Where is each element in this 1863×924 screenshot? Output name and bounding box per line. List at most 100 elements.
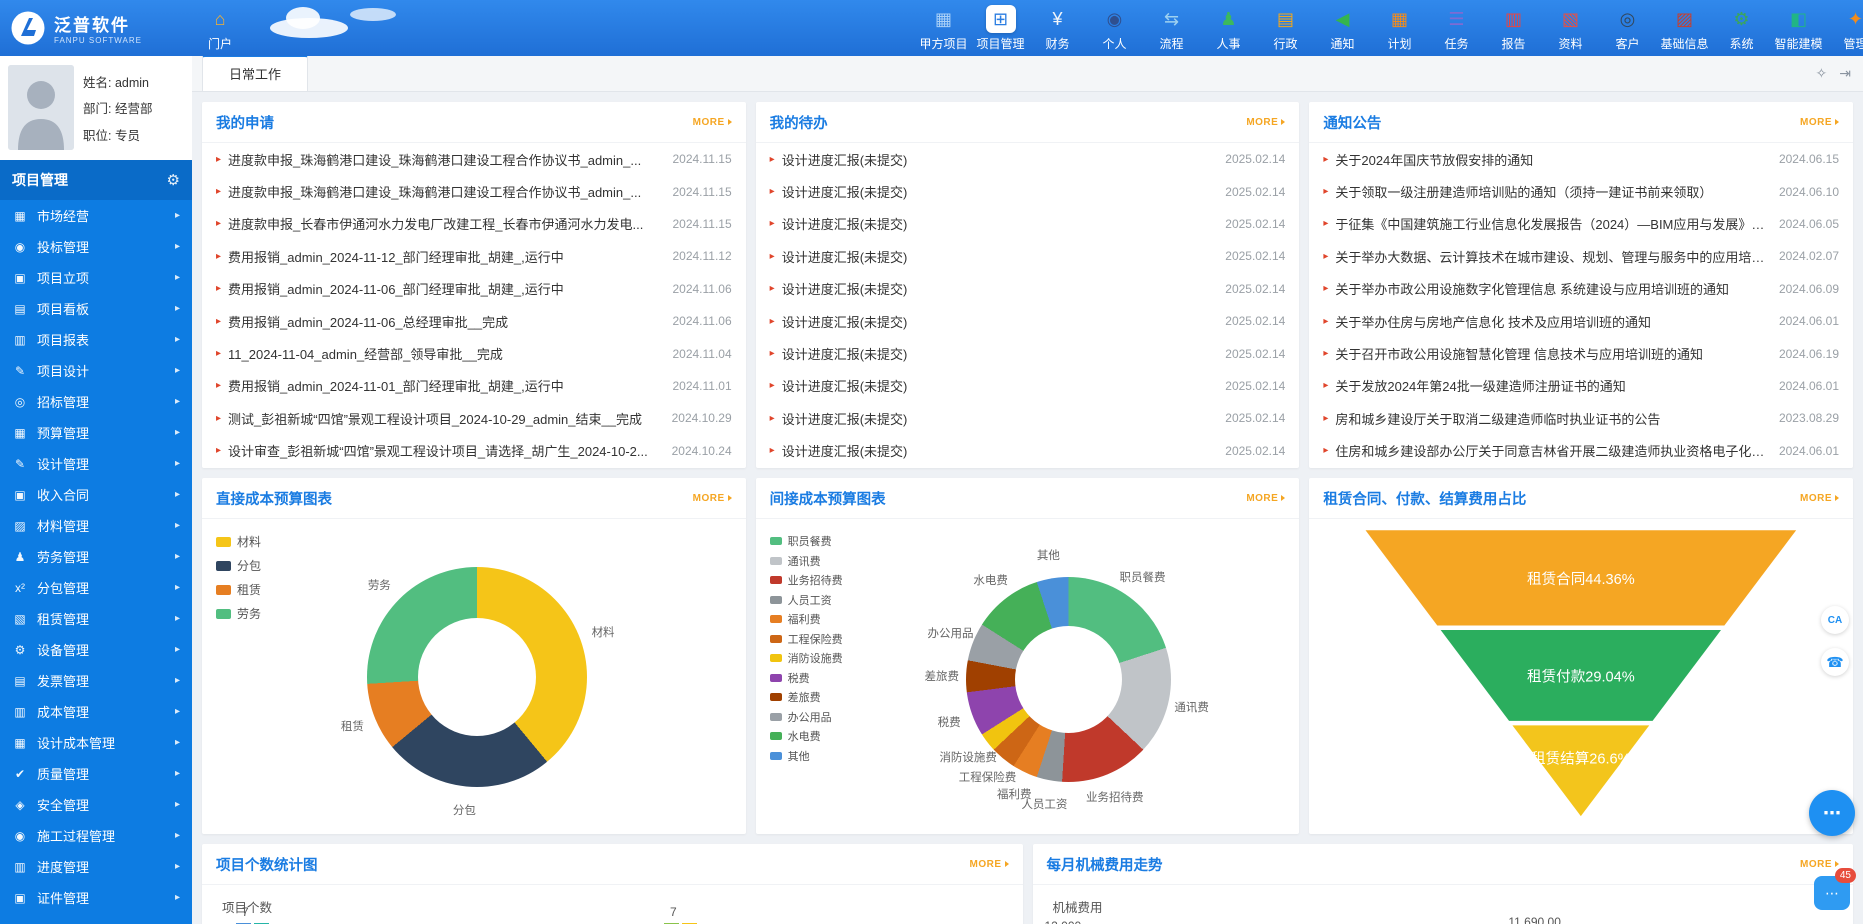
sidebar-item-construction[interactable]: ◉施工过程管理▸: [0, 820, 192, 851]
nav-item-task[interactable]: ☰任务: [1428, 0, 1485, 56]
nav-item-report[interactable]: ▥报告: [1485, 0, 1542, 56]
sidebar-item-design[interactable]: ✎项目设计▸: [0, 355, 192, 386]
phone-icon[interactable]: ☎: [1821, 648, 1849, 676]
more-button[interactable]: MORE: [970, 859, 1009, 870]
legend-item[interactable]: 职员餐费: [770, 533, 843, 549]
list-item[interactable]: ▸关于举办市政公用设施数字化管理信息 系统建设与应用培训班的通知2024.06.…: [1323, 273, 1839, 305]
legend-item[interactable]: 材料: [216, 533, 261, 550]
export-icon[interactable]: ⇥: [1839, 65, 1851, 82]
legend-item[interactable]: 劳务: [216, 605, 261, 622]
sidebar-item-market[interactable]: ▦市场经营▸: [0, 200, 192, 231]
legend-item[interactable]: 福利费: [770, 611, 843, 627]
tab-daily-work[interactable]: 日常工作: [202, 56, 308, 91]
list-item[interactable]: ▸房和城乡建设厅关于取消二级建造师临时执业证书的公告2023.08.29: [1323, 402, 1839, 434]
more-button[interactable]: MORE: [1800, 493, 1839, 504]
message-button[interactable]: ⋯ 45: [1814, 876, 1850, 910]
list-item[interactable]: ▸进度款申报_珠海鹤港口建设_珠海鹤港口建设工程合作协议书_admin_...2…: [216, 143, 732, 175]
list-item[interactable]: ▸费用报销_admin_2024-11-01_部门经理审批_胡建_,运行中202…: [216, 370, 732, 402]
sidebar-item-bidding[interactable]: ◉投标管理▸: [0, 231, 192, 262]
sidebar-item-income-contract[interactable]: ▣收入合同▸: [0, 479, 192, 510]
nav-item-hr[interactable]: ♟人事: [1200, 0, 1257, 56]
nav-item-client-project[interactable]: ▦甲方项目: [915, 0, 972, 56]
nav-item-manage[interactable]: ✦管理: [1827, 0, 1863, 56]
list-item[interactable]: ▸设计进度汇报(未提交)2025.02.14: [770, 337, 1286, 369]
sidebar-item-design-mgmt[interactable]: ✎设计管理▸: [0, 448, 192, 479]
list-item[interactable]: ▸关于召开市政公用设施智慧化管理 信息技术与应用培训班的通知2024.06.19: [1323, 337, 1839, 369]
more-button[interactable]: MORE: [1246, 117, 1285, 128]
list-item[interactable]: ▸于征集《中国建筑施工行业信息化发展报告（2024）—BIM应用与发展》材料..…: [1323, 208, 1839, 240]
sidebar-item-certificate[interactable]: ▣证件管理▸: [0, 882, 192, 913]
sidebar-item-cost[interactable]: ▥成本管理▸: [0, 696, 192, 727]
sidebar-item-subcontract[interactable]: x²分包管理▸: [0, 572, 192, 603]
legend-item[interactable]: 人员工资: [770, 592, 843, 608]
nav-item-personal[interactable]: ◉个人: [1086, 0, 1143, 56]
ca-button[interactable]: CA: [1821, 606, 1849, 634]
sidebar-item-tender[interactable]: ◎招标管理▸: [0, 386, 192, 417]
list-item[interactable]: ▸设计进度汇报(未提交)2025.02.14: [770, 175, 1286, 207]
nav-item-system[interactable]: ⚙系统: [1713, 0, 1770, 56]
legend-item[interactable]: 水电费: [770, 728, 843, 744]
list-item[interactable]: ▸关于举办大数据、云计算技术在城市建设、规划、管理与服务中的应用培训班...20…: [1323, 240, 1839, 272]
legend-item[interactable]: 业务招待费: [770, 572, 843, 588]
list-item[interactable]: ▸进度款申报_珠海鹤港口建设_珠海鹤港口建设工程合作协议书_admin_...2…: [216, 175, 732, 207]
list-item[interactable]: ▸11_2024-11-04_admin_经营部_领导审批__完成2024.11…: [216, 337, 732, 369]
list-item[interactable]: ▸设计审查_彭祖新城“四馆”景观工程设计项目_请选择_胡广生_2024-10-2…: [216, 435, 732, 467]
sidebar-item-equipment[interactable]: ⚙设备管理▸: [0, 634, 192, 665]
gear-icon[interactable]: ⚙: [167, 171, 180, 189]
legend-item[interactable]: 通讯费: [770, 553, 843, 569]
legend-item[interactable]: 租赁: [216, 581, 261, 598]
funnel-segment-settlement[interactable]: [1513, 725, 1650, 816]
more-button[interactable]: MORE: [693, 117, 732, 128]
list-item[interactable]: ▸关于发放2024年第24批一级建造师注册证书的通知2024.06.01: [1323, 370, 1839, 402]
more-button[interactable]: MORE: [693, 493, 732, 504]
nav-item-admin-affairs[interactable]: ▤行政: [1257, 0, 1314, 56]
list-item[interactable]: ▸关于2024年国庆节放假安排的通知2024.06.15: [1323, 143, 1839, 175]
legend-item[interactable]: 分包: [216, 557, 261, 574]
list-item[interactable]: ▸设计进度汇报(未提交)2025.02.14: [770, 273, 1286, 305]
sidebar-item-budget[interactable]: ▦预算管理▸: [0, 417, 192, 448]
nav-item-docs[interactable]: ▧资料: [1542, 0, 1599, 56]
sidebar-item-material[interactable]: ▨材料管理▸: [0, 510, 192, 541]
sidebar-item-safety[interactable]: ◈安全管理▸: [0, 789, 192, 820]
more-button[interactable]: MORE: [1800, 859, 1839, 870]
nav-item-portal[interactable]: ⌂ 门户: [194, 0, 246, 56]
sidebar-item-design-cost[interactable]: ▦设计成本管理▸: [0, 727, 192, 758]
nav-item-modeling[interactable]: ◧智能建模: [1770, 0, 1827, 56]
sidebar-item-progress[interactable]: ▥进度管理▸: [0, 851, 192, 882]
sidebar-item-reports[interactable]: ▥项目报表▸: [0, 324, 192, 355]
more-button[interactable]: MORE: [1800, 117, 1839, 128]
legend-item[interactable]: 差旅费: [770, 689, 843, 705]
app-logo[interactable]: 泛普软件 FANPU SOFTWARE: [0, 10, 192, 46]
nav-item-workflow[interactable]: ⇆流程: [1143, 0, 1200, 56]
nav-item-project-mgmt[interactable]: ⊞项目管理: [972, 0, 1029, 56]
sidebar-module-header[interactable]: 项目管理 ⚙: [0, 160, 192, 200]
legend-item[interactable]: 办公用品: [770, 709, 843, 725]
list-item[interactable]: ▸关于领取一级注册建造师培训贴的通知（须持一建证书前来领取）2024.06.10: [1323, 175, 1839, 207]
nav-item-base-info[interactable]: ▨基础信息: [1656, 0, 1713, 56]
list-item[interactable]: ▸设计进度汇报(未提交)2025.02.14: [770, 402, 1286, 434]
sidebar-item-initiation[interactable]: ▣项目立项▸: [0, 262, 192, 293]
sidebar-item-labor[interactable]: ♟劳务管理▸: [0, 541, 192, 572]
list-item[interactable]: ▸设计进度汇报(未提交)2025.02.14: [770, 370, 1286, 402]
user-photo[interactable]: [8, 65, 74, 150]
legend-item[interactable]: 消防设施费: [770, 650, 843, 666]
list-item[interactable]: ▸费用报销_admin_2024-11-06_部门经理审批_胡建_,运行中202…: [216, 273, 732, 305]
list-item[interactable]: ▸设计进度汇报(未提交)2025.02.14: [770, 435, 1286, 467]
list-item[interactable]: ▸设计进度汇报(未提交)2025.02.14: [770, 305, 1286, 337]
list-item[interactable]: ▸费用报销_admin_2024-11-12_部门经理审批_胡建_,运行中202…: [216, 240, 732, 272]
list-item[interactable]: ▸费用报销_admin_2024-11-06_总经理审批__完成2024.11.…: [216, 305, 732, 337]
list-item[interactable]: ▸进度款申报_长春市伊通河水力发电厂改建工程_长春市伊通河水力发电...2024…: [216, 208, 732, 240]
nav-item-finance[interactable]: ¥财务: [1029, 0, 1086, 56]
nav-item-notice[interactable]: ◀通知: [1314, 0, 1371, 56]
customer-service-chat-button[interactable]: ⋯: [1809, 790, 1855, 836]
list-item[interactable]: ▸设计进度汇报(未提交)2025.02.14: [770, 240, 1286, 272]
more-button[interactable]: MORE: [1246, 493, 1285, 504]
legend-item[interactable]: 其他: [770, 748, 843, 764]
sidebar-item-kanban[interactable]: ▤项目看板▸: [0, 293, 192, 324]
list-item[interactable]: ▸设计进度汇报(未提交)2025.02.14: [770, 143, 1286, 175]
list-item[interactable]: ▸住房和城乡建设部办公厅关于同意吉林省开展二级建造师执业资格电子化试点...20…: [1323, 435, 1839, 467]
list-item[interactable]: ▸测试_彭祖新城“四馆”景观工程设计项目_2024-10-29_admin_结束…: [216, 402, 732, 434]
sidebar-item-invoice[interactable]: ▤发票管理▸: [0, 665, 192, 696]
legend-item[interactable]: 税费: [770, 670, 843, 686]
nav-item-plan[interactable]: ▦计划: [1371, 0, 1428, 56]
